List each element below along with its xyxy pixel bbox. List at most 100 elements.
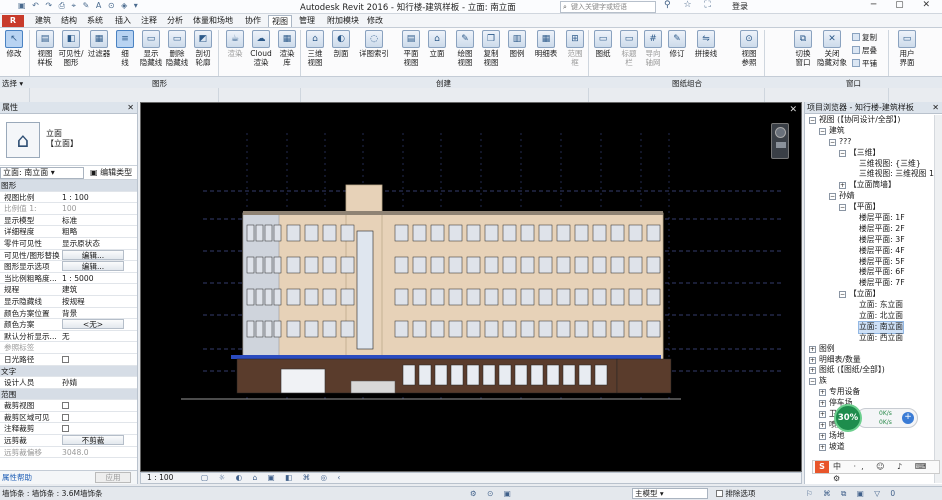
tab-manage[interactable]: 管理 [296,15,318,27]
collapse-icon[interactable]: − [839,149,846,157]
view-template-button[interactable]: ▤ 视图 样板 [32,30,58,67]
ime-icons[interactable]: 中 ·, ☺ ♪ ⌨ ⚙ [833,461,939,485]
tab-structure[interactable]: 结构 [58,15,80,27]
instance-selector[interactable]: 立面: 南立面 ▾ [0,167,84,179]
view-control-icons[interactable]: ▢ ☼ ◐ ⌂ ▣ ◧ ⌘ ◎ ‹ [201,473,344,483]
expand-icon[interactable]: + [819,443,826,451]
tab-annotate[interactable]: 注释 [138,15,160,27]
exclude-checkbox[interactable] [716,490,723,497]
tree-node[interactable]: 立面: 东立面 [805,300,935,311]
visibility-graphics-button[interactable]: ◧ 可见性/图形 [58,30,84,67]
sheet-button[interactable]: ▭ 图纸 [590,30,616,58]
expand-icon[interactable]: + [809,345,816,353]
close-icon[interactable]: ✕ [127,102,134,114]
revisions-button[interactable]: ✎ 修订 [664,30,690,58]
user-interface-button[interactable]: ▭ 用户 界面 [894,30,920,67]
ime-toolbar[interactable]: S 中 ·, ☺ ♪ ⌨ ⚙ [812,460,940,483]
tab-systems[interactable]: 系统 [84,15,106,27]
collapse-icon[interactable]: − [829,138,836,146]
drafting-view-button[interactable]: ✎ 绘图 视图 [452,30,478,67]
window-controls[interactable]: ─ ▢ ✕ [871,0,938,10]
boost-button[interactable]: + [902,412,914,424]
properties-help-link[interactable]: 属性帮助 [2,471,32,484]
tab-modify[interactable]: 修改 [364,15,386,27]
worksharing-icons[interactable]: ⚙ ⊙ ▣ [470,487,515,500]
replicate-window-button[interactable]: 复制 [852,32,877,43]
tree-node[interactable]: 三维视图: 三维视图 1 [805,169,935,180]
tree-node[interactable]: + 图例 [805,344,935,355]
scope-box-button[interactable]: ⊞ 范围框 [562,30,588,67]
browser-scrollbar[interactable] [934,115,942,483]
tree-node[interactable]: + 【立面筒墙】 [805,180,935,191]
network-speed-widget[interactable]: 0K/s 0K/s + 30% [834,404,918,432]
expand-icon[interactable]: + [809,367,816,375]
property-value[interactable]: 显示原状态 [62,238,124,249]
property-value[interactable]: 无 [62,331,124,342]
quick-access-toolbar[interactable]: ▣ ↶ ↷ ⎙ ⌖ ✎ A ⊙ ◈ ▾ [18,1,140,11]
property-value[interactable]: 孙婧 [62,377,124,388]
cascade-windows-button[interactable]: 层叠 [852,45,877,56]
expand-icon[interactable]: + [819,389,826,397]
tree-node[interactable]: − 【三维】 [805,148,935,159]
view-close-icon[interactable]: ✕ [789,105,797,115]
property-button[interactable]: 编辑... [62,249,124,260]
property-checkbox[interactable] [62,423,124,434]
zoom-icon[interactable] [776,142,786,148]
tree-node[interactable]: 立面: 北立面 [805,311,935,322]
checkbox[interactable] [62,425,69,433]
property-group[interactable]: 文字 [0,365,137,378]
tree-node[interactable]: − 【立面】 [805,289,935,300]
render-gallery-button[interactable]: ▦ 渲染库 [274,30,300,67]
tree-node[interactable]: − 族 [805,376,935,387]
panel-select[interactable]: 选择 ▾ [2,78,23,89]
tree-node[interactable]: − 建筑 [805,126,935,137]
exclude-options-toggle[interactable]: 排除选项 [716,487,755,500]
tree-node[interactable]: 楼层平面: 3F [805,235,935,246]
remove-hidden-lines-button[interactable]: ▭ 删除 隐藏线 [164,30,190,67]
checkbox[interactable] [62,355,69,363]
expand-icon[interactable]: + [809,356,816,364]
application-menu-button[interactable]: R [2,15,24,27]
tree-node[interactable]: − 孙婧 [805,191,935,202]
duplicate-view-button[interactable]: ❐ 复制 视图 [478,30,504,67]
elevation-button[interactable]: ⌂ 立面 [424,30,450,58]
tree-node[interactable]: 立面: 西立面 [805,333,935,344]
property-checkbox[interactable] [62,400,124,411]
property-value[interactable]: 按规程 [62,296,124,307]
collapse-icon[interactable]: − [809,117,816,124]
tree-node[interactable]: 立面: 南立面 [805,320,935,334]
expand-icon[interactable]: + [819,421,826,429]
tree-node[interactable]: −??? [805,137,935,148]
tree-node[interactable]: − 【平面】 [805,202,935,213]
tree-node[interactable]: + 明细表/数量 [805,355,935,366]
modify-button[interactable]: ↖ 修改 [2,30,26,58]
tree-node[interactable]: 楼层平面: 1F [805,213,935,224]
tree-node[interactable]: 三维视图: {三维} [805,159,935,170]
callout-button[interactable]: ◌ 详图索引 [356,30,392,58]
property-value[interactable]: 粗略 [62,226,124,237]
selection-filter-icons[interactable]: ⚐ ⌘ ⧉ ▣ ▽ 0 [806,487,899,500]
3d-view-button[interactable]: ⌂ 三维 视图 [302,30,328,67]
search-input[interactable]: ⌕ 键入关键字或短语 [560,1,656,13]
expand-icon[interactable]: + [819,411,826,419]
view-scale[interactable]: 1 : 100 [147,473,173,483]
expand-icon[interactable]: + [819,432,826,440]
title-block-button[interactable]: ▭ 标题栏 [616,30,642,67]
section-button[interactable]: ◐ 剖面 [328,30,354,58]
tree-node[interactable]: + 场地 [805,431,935,442]
property-value[interactable]: 1 : 5000 [62,273,124,284]
active-model-selector[interactable]: 主模型 ▾ [632,488,708,499]
show-hidden-lines-button[interactable]: ▭ 显示 隐藏线 [138,30,164,67]
edit-type-button[interactable]: ▣ 编辑类型 [90,166,132,180]
render-button[interactable]: ☕ 渲染 [222,30,248,58]
tree-node[interactable]: + 坡道 [805,442,935,453]
expand-icon[interactable]: + [839,182,846,190]
schedules-button[interactable]: ▦ 明细表 [530,30,562,58]
drawing-area[interactable]: ✕ [140,102,802,472]
tree-node[interactable]: + 图纸 (【图纸/全部】) [805,365,935,376]
tree-node[interactable]: + 专用设备 [805,387,935,398]
tile-windows-button[interactable]: 平铺 [852,58,877,69]
plan-views-button[interactable]: ▤ 平面 视图 [398,30,424,67]
matchline-button[interactable]: ⇋ 拼接线 [690,30,722,58]
guide-grid-button[interactable]: # 导向 轴网 [640,30,666,67]
